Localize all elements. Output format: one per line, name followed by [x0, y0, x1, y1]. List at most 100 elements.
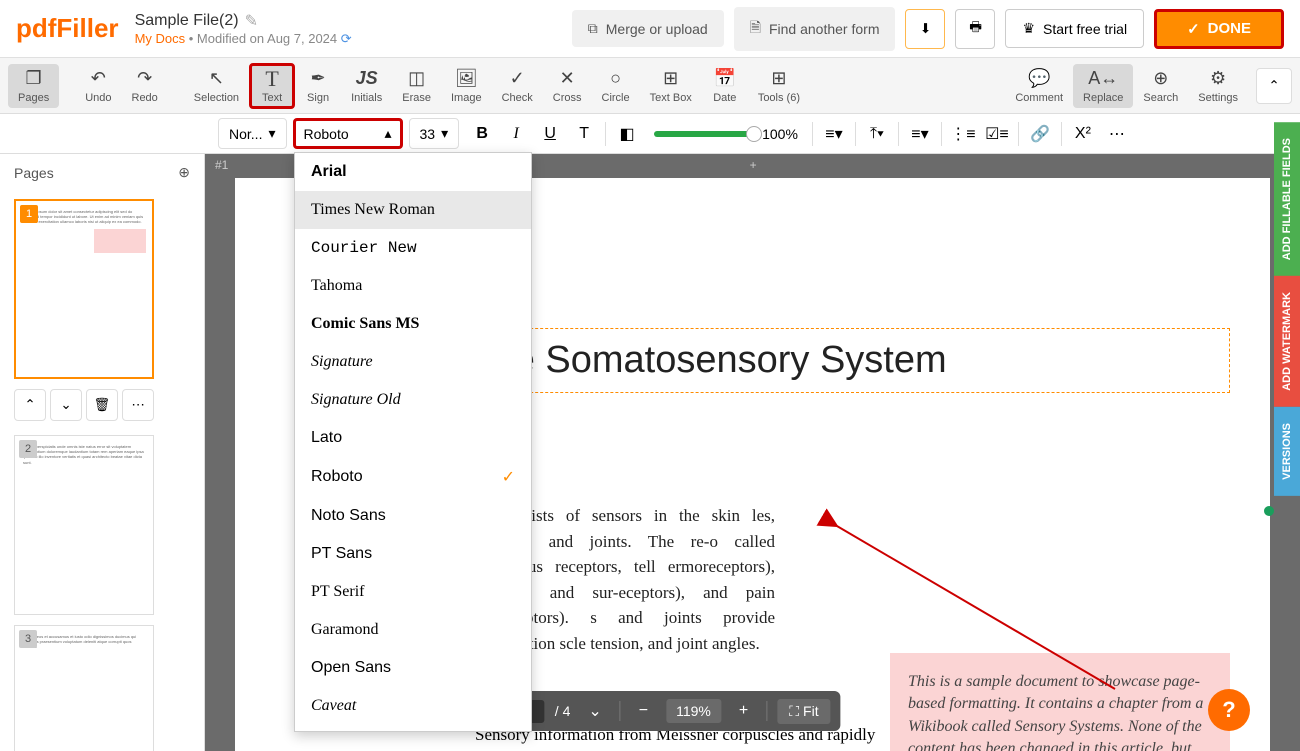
meta-sep: •: [189, 31, 197, 46]
font-option[interactable]: Tahoma: [295, 267, 531, 305]
crown-icon: ♛: [1022, 20, 1035, 37]
search-tool[interactable]: ⊕Search: [1133, 64, 1188, 108]
sign-label: Sign: [307, 92, 329, 104]
date-label: Date: [713, 92, 736, 104]
bullet-list-button[interactable]: ⋮≡: [946, 118, 980, 150]
erase-tool[interactable]: ◫Erase: [392, 64, 441, 108]
text-tool[interactable]: TText: [249, 63, 295, 109]
comment-tool[interactable]: 💬Comment: [1005, 64, 1073, 108]
check-label: Check: [502, 92, 533, 104]
font-option[interactable]: Garamond: [295, 611, 531, 649]
zoom-level[interactable]: 119%: [666, 699, 721, 723]
my-docs-link[interactable]: My Docs: [135, 31, 186, 46]
help-button[interactable]: ?: [1208, 689, 1250, 731]
font-option[interactable]: Courier New: [295, 229, 531, 267]
bold-button[interactable]: B: [465, 118, 499, 150]
edit-title-icon[interactable]: ✎: [245, 11, 258, 31]
font-option[interactable]: Lato: [295, 419, 531, 457]
pages-tool[interactable]: ❐Pages: [8, 64, 59, 108]
page-thumb-1[interactable]: 1 Lorem ipsum dolor sit amet consectetur…: [14, 199, 154, 379]
font-option[interactable]: Times New Roman: [295, 191, 531, 229]
add-fillable-fields-button[interactable]: ADD FILLABLE FIELDS: [1274, 122, 1300, 276]
pages-sidebar: Pages ⊕ 1 Lorem ipsum dolor sit amet con…: [0, 154, 205, 751]
thumb-more-button[interactable]: ⋯: [122, 389, 154, 421]
zoom-in-button[interactable]: +: [731, 698, 756, 724]
superscript-button[interactable]: X²: [1066, 118, 1100, 150]
zoom-out-button[interactable]: −: [631, 698, 656, 724]
fit-button[interactable]: ⛶Fit: [777, 699, 830, 724]
thumb-delete-button[interactable]: 🗑: [86, 389, 118, 421]
history-icon[interactable]: ⟳: [341, 31, 352, 46]
slider-knob[interactable]: [746, 126, 762, 142]
settings-tool[interactable]: ⚙Settings: [1188, 64, 1248, 108]
italic-button[interactable]: I: [499, 118, 533, 150]
print-button[interactable]: 🖶: [955, 9, 995, 49]
replace-tool[interactable]: A↔Replace: [1073, 64, 1133, 108]
thumb-up-button[interactable]: ⌃: [14, 389, 46, 421]
page-thumb-2[interactable]: 2 Sed ut perspiciatis unde omnis iste na…: [14, 435, 154, 615]
underline-button[interactable]: U: [533, 118, 567, 150]
circle-label: Circle: [602, 92, 630, 104]
check-tool[interactable]: ✓Check: [492, 64, 543, 108]
thumb-num: 2: [19, 440, 37, 458]
undo-tool[interactable]: ↶Undo: [75, 64, 121, 108]
slider-track[interactable]: [654, 131, 754, 137]
font-size-dropdown[interactable]: 33▾: [409, 118, 460, 149]
font-option-label: Signature: [311, 353, 373, 371]
font-option-label: Signature Old: [311, 391, 401, 409]
line-spacing-button[interactable]: ≡▾: [903, 118, 937, 150]
file-title[interactable]: Sample File(2) ✎: [135, 11, 352, 31]
redo-tool[interactable]: ↷Redo: [122, 64, 168, 108]
font-option[interactable]: Roboto✓: [295, 457, 531, 497]
tools-tool[interactable]: ⊞Tools (6): [748, 64, 810, 108]
font-option[interactable]: ABeeZee: [295, 725, 531, 732]
font-option-label: Lato: [311, 429, 342, 447]
image-tool[interactable]: 🖼Image: [441, 64, 492, 108]
merge-upload-button[interactable]: ⧉ Merge or upload: [572, 10, 724, 47]
sidebar-add-icon[interactable]: ⊕: [178, 164, 190, 181]
highlight-button[interactable]: ◧: [610, 118, 644, 150]
date-tool[interactable]: 📅Date: [702, 64, 748, 108]
opacity-slider[interactable]: 100%: [654, 126, 798, 142]
number-list-button[interactable]: ☑≡: [980, 118, 1014, 150]
font-option[interactable]: Arial: [295, 153, 531, 191]
done-button[interactable]: ✓ DONE: [1154, 9, 1284, 49]
next-page-button[interactable]: ⌄: [580, 697, 609, 725]
text-icon: T: [265, 68, 278, 90]
font-option[interactable]: Comic Sans MS: [295, 305, 531, 343]
circle-tool[interactable]: ○Circle: [592, 64, 640, 108]
font-family-dropdown[interactable]: Roboto▴: [293, 118, 403, 149]
thumb-controls: ⌃ ⌄ 🗑 ⋯: [14, 389, 190, 421]
cross-tool[interactable]: ✕Cross: [543, 64, 592, 108]
versions-button[interactable]: VERSIONS: [1274, 407, 1300, 496]
font-option[interactable]: PT Sans: [295, 535, 531, 573]
cross-icon: ✕: [560, 68, 575, 90]
selection-tool[interactable]: ↖Selection: [184, 64, 249, 108]
align-button[interactable]: ≡▾: [817, 118, 851, 150]
text-color-button[interactable]: T: [567, 118, 601, 150]
font-option[interactable]: Open Sans: [295, 649, 531, 687]
download-button[interactable]: ⬇: [905, 9, 945, 49]
selection-handle[interactable]: [1264, 506, 1274, 516]
selected-text-box[interactable]: the Somatosensory System: [475, 328, 1230, 393]
collapse-toolbar-button[interactable]: ⌃: [1256, 68, 1292, 104]
thumb-down-button[interactable]: ⌄: [50, 389, 82, 421]
initials-tool[interactable]: JSInitials: [341, 64, 392, 108]
add-watermark-button[interactable]: ADD WATERMARK: [1274, 276, 1300, 407]
text-style-dropdown[interactable]: Nor...▾: [218, 118, 287, 149]
find-form-button[interactable]: 🗎 Find another form: [734, 7, 896, 51]
start-trial-button[interactable]: ♛ Start free trial: [1005, 9, 1144, 48]
font-option[interactable]: PT Serif: [295, 573, 531, 611]
font-option[interactable]: Caveat: [295, 687, 531, 725]
textbox-tool[interactable]: ⊞Text Box: [640, 64, 702, 108]
font-option[interactable]: Noto Sans: [295, 497, 531, 535]
font-option[interactable]: Signature: [295, 343, 531, 381]
valign-button[interactable]: ⤒▾: [860, 118, 894, 150]
font-option-label: Open Sans: [311, 659, 391, 677]
add-page-icon[interactable]: +: [750, 158, 757, 174]
link-button[interactable]: 🔗: [1023, 118, 1057, 150]
page-thumb-3[interactable]: 3 At vero eos et accusamus et iusto odio…: [14, 625, 154, 751]
sign-tool[interactable]: ✒Sign: [295, 64, 341, 108]
font-option[interactable]: Signature Old: [295, 381, 531, 419]
more-format-button[interactable]: ⋯: [1100, 118, 1134, 150]
